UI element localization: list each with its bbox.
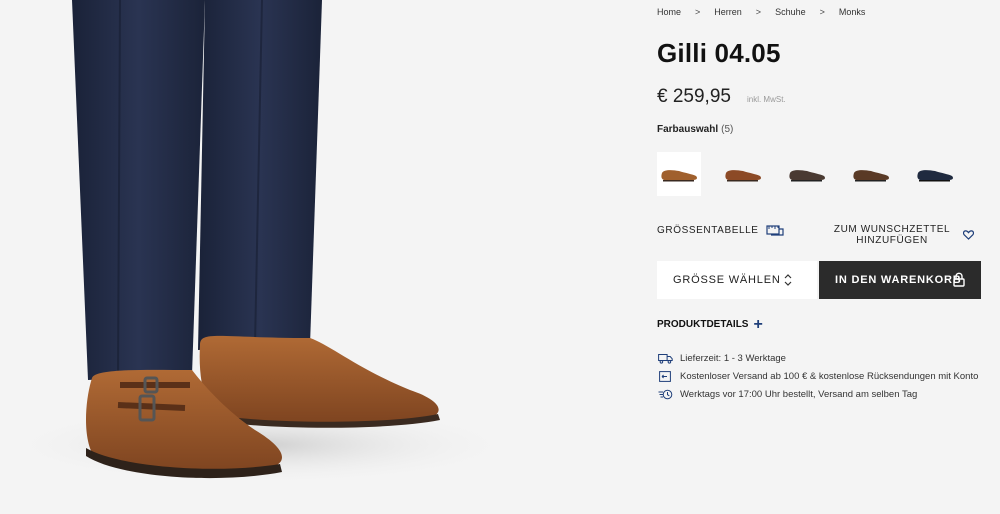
color-count: (5) [721,124,734,135]
plus-icon: + [753,315,763,333]
product-details-label: PRODUKTDETAILS [657,319,749,330]
wishlist-label: ZUM WUNSCHZETTEL HINZUFÜGEN [833,224,951,246]
lock-icon [953,272,965,287]
size-select-dropdown[interactable]: GRÖSSE WÄHLEN [657,261,817,299]
feature-text: Werktags vor 17:00 Uhr bestellt, Versand… [680,388,918,400]
up-down-chevron-icon [783,272,793,288]
add-to-cart-button[interactable]: IN DEN WARENKORB [819,261,981,299]
feature-item-same-day-shipping: Werktags vor 17:00 Uhr bestellt, Versand… [657,385,978,403]
color-swatch-dark-brown-leather[interactable] [785,152,829,196]
shoe-thumbnail-icon [917,170,953,182]
product-links-row: GRÖSSENTABELLE ZUM WUNSCHZETTEL HINZUFÜG… [657,222,982,252]
delivery-features-list: Lieferzeit: 1 - 3 Werktage Kostenloser V… [657,349,978,403]
breadcrumb: Home > Herren > Schuhe > Monks [657,7,865,17]
feature-text: Lieferzeit: 1 - 3 Werktage [680,352,786,364]
breadcrumb-separator: > [819,7,825,17]
product-price: € 259,95 [657,86,731,107]
feature-text: Kostenloser Versand ab 100 € & kostenlos… [680,370,979,382]
product-title: Gilli 04.05 [657,38,781,68]
shoe-thumbnail-icon [789,170,825,182]
product-info-panel: Home > Herren > Schuhe > Monks Gilli 04.… [657,0,987,514]
shoe-thumbnail-icon [725,170,761,182]
color-swatch-brown-leather[interactable] [721,152,765,196]
size-select-label: GRÖSSE WÄHLEN [673,274,781,286]
price-row: € 259,95 inkl. MwSt. [657,86,786,108]
color-swatch-cognac-suede[interactable] [657,152,701,196]
feature-item-free-shipping: Kostenloser Versand ab 100 € & kostenlos… [657,367,978,385]
vat-note: inkl. MwSt. [746,95,786,104]
add-to-cart-label: IN DEN WARENKORB [835,274,962,286]
shoe-thumbnail-icon [853,170,889,182]
breadcrumb-separator: > [755,7,762,17]
truck-icon [657,353,673,364]
add-to-wishlist-link[interactable]: ZUM WUNSCHZETTEL HINZUFÜGEN [827,224,982,246]
return-box-icon [657,370,673,382]
breadcrumb-herren[interactable]: Herren [714,7,742,17]
feature-item-delivery-time: Lieferzeit: 1 - 3 Werktage [657,349,978,367]
product-image [0,0,630,514]
product-details-toggle[interactable]: PRODUKTDETAILS + [657,315,763,333]
breadcrumb-home[interactable]: Home [657,7,681,17]
size-table-icon [765,224,784,236]
size-table-label: GRÖSSENTABELLE [657,224,759,236]
color-label-text: Farbauswahl [657,124,719,135]
heart-icon [963,230,974,240]
breadcrumb-monks[interactable]: Monks [839,7,866,17]
product-photo-illustration [0,0,520,485]
color-swatches [657,152,957,196]
color-selection-label: Farbauswahl (5) [657,124,733,135]
size-table-link[interactable]: GRÖSSENTABELLE [657,224,784,236]
color-swatch-navy-suede[interactable] [913,152,957,196]
shoe-thumbnail-icon [661,170,697,182]
breadcrumb-separator: > [695,7,701,17]
color-swatch-mocca-suede[interactable] [849,152,893,196]
breadcrumb-schuhe[interactable]: Schuhe [775,7,806,17]
fast-delivery-icon [657,389,673,400]
